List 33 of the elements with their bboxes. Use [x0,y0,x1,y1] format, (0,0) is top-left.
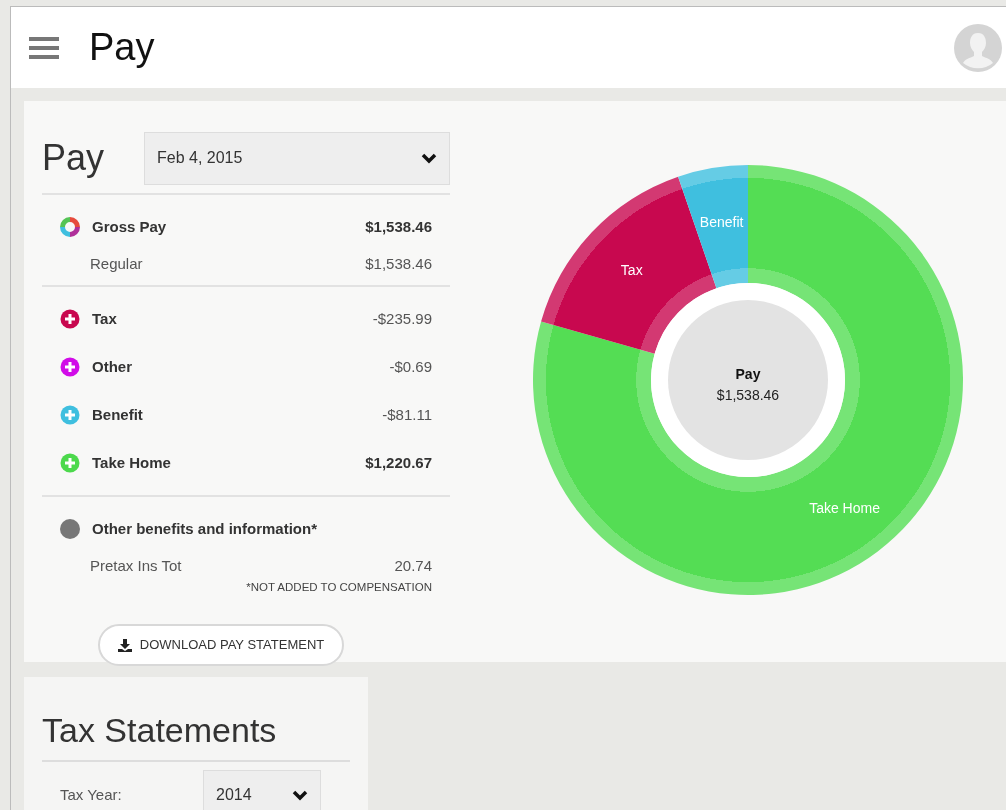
chevron-icon [292,789,308,801]
item-label: Benefit [92,404,144,425]
item-amount: -$235.99 [372,308,432,329]
center-value: $1,538.46 [716,387,780,403]
item-label: Tax [92,308,118,329]
menu-icon[interactable] [29,35,59,60]
slice-label: Take Home [809,499,880,516]
year-select[interactable]: 2014 [203,770,321,810]
date-select[interactable]: Feb 4, 2015 [144,131,450,185]
detail-label: Pretax Ins Tot [90,555,183,576]
detail-amount: 20.74 [394,555,432,576]
item-amount: $1,220.67 [365,452,432,473]
card-title: Tax Statements [42,705,350,762]
slice-label: Benefit [699,214,744,231]
detail-amount: $1,538.46 [365,253,432,274]
download-button[interactable]: DOWNLOAD PAY STATEMENT [97,624,345,666]
color-wheel-icon [60,217,80,237]
item-amount: $1,538.46 [365,216,432,237]
card-title: Pay [42,136,106,180]
item-label: Other [92,356,133,377]
chevron-icon [421,152,437,164]
item-label: Gross Pay [92,216,168,237]
page-title: Pay [89,25,155,70]
field-label: Tax Year: [60,784,123,805]
item-amount: -$81.11 [382,404,432,425]
item-amount: -$0.69 [389,356,432,377]
item-label: Take Home [92,452,172,473]
download-icon [117,638,132,652]
center-title: Pay [735,366,761,382]
detail-label: Regular [90,253,144,274]
slice-label: Tax [620,262,643,279]
footnote: *NOT ADDED TO COMPENSATION [246,581,432,593]
item-label: Other benefits and information* [92,518,318,539]
